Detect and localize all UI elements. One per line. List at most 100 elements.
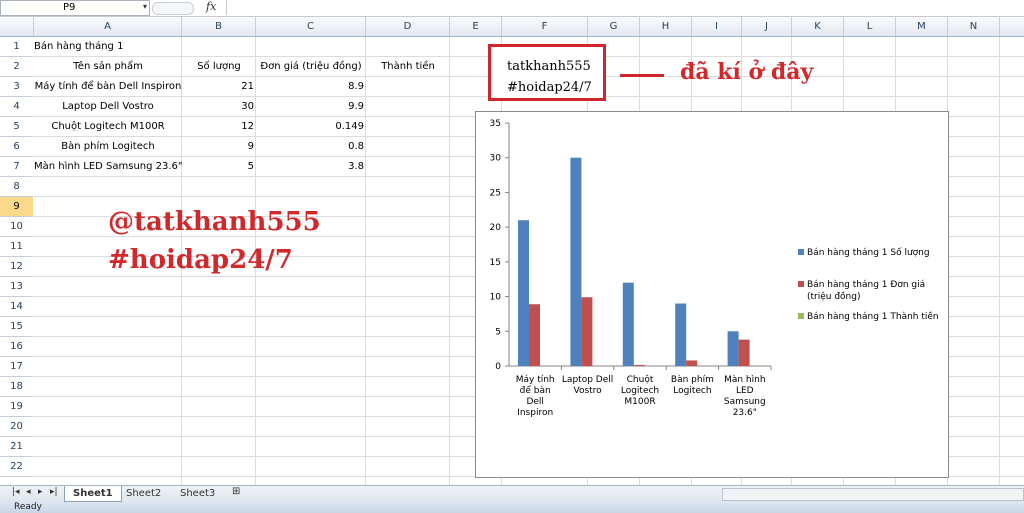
legend-label: Bán hàng tháng 1 Đơn giá xyxy=(807,280,925,290)
tab-sheet3[interactable]: Sheet3 xyxy=(172,486,223,501)
column-header-a[interactable]: A xyxy=(34,17,182,36)
product-price[interactable]: 0.8 xyxy=(256,137,364,157)
row-header-3[interactable]: 3 xyxy=(0,77,33,97)
column-header-c[interactable]: C xyxy=(256,17,366,36)
product-price[interactable]: 8.9 xyxy=(256,77,364,97)
column-header-k[interactable]: K xyxy=(792,17,844,36)
signature-note: đã kí ở đây xyxy=(680,59,814,85)
row-header-19[interactable]: 19 xyxy=(0,397,33,417)
last-sheet-icon[interactable]: ▸| xyxy=(50,487,58,497)
product-qty[interactable]: 12 xyxy=(182,117,254,137)
row-header-2[interactable]: 2 xyxy=(0,57,33,77)
row-header-1[interactable]: 1 xyxy=(0,37,33,57)
cell-a1[interactable]: Bán hàng tháng 1 xyxy=(34,37,123,57)
product-price[interactable]: 9.9 xyxy=(256,97,364,117)
formula-input[interactable] xyxy=(226,0,1024,15)
column-header-e[interactable]: E xyxy=(450,17,502,36)
x-tick-label: Dell xyxy=(526,397,543,407)
fx-icon[interactable]: fx xyxy=(206,0,216,13)
row-header-5[interactable]: 5 xyxy=(0,117,33,137)
signature-line-1: tatkhanh555 xyxy=(507,59,591,74)
row-header-14[interactable]: 14 xyxy=(0,297,33,317)
signature-line-2: #hoidap24/7 xyxy=(507,80,592,95)
formula-bar: P9 ▾ fx xyxy=(0,0,1024,17)
product-price[interactable]: 3.8 xyxy=(256,157,364,177)
chevron-down-icon[interactable]: ▾ xyxy=(143,2,147,11)
bar xyxy=(675,303,687,366)
row-header-16[interactable]: 16 xyxy=(0,337,33,357)
column-header-g[interactable]: G xyxy=(588,17,640,36)
x-tick-label: để bàn xyxy=(520,385,551,396)
product-qty[interactable]: 9 xyxy=(182,137,254,157)
bar xyxy=(686,360,698,366)
x-tick-label: Logitech xyxy=(673,386,711,396)
row-header-4[interactable]: 4 xyxy=(0,97,33,117)
status-text: Ready xyxy=(14,502,42,512)
column-header-i[interactable]: I xyxy=(692,17,742,36)
x-tick-label: Laptop Dell xyxy=(562,375,613,385)
legend-label: Bán hàng tháng 1 Thành tiền xyxy=(807,311,939,322)
insert-sheet-icon[interactable]: ⊞ xyxy=(232,486,240,497)
select-all-corner[interactable] xyxy=(0,17,34,36)
product-name[interactable]: Laptop Dell Vostro xyxy=(34,97,182,117)
product-qty[interactable]: 30 xyxy=(182,97,254,117)
prev-sheet-icon[interactable]: ◂ xyxy=(26,487,31,497)
bar xyxy=(633,364,645,366)
product-name[interactable]: Chuột Logitech M100R xyxy=(34,117,182,137)
signature-box: tatkhanh555 #hoidap24/7 xyxy=(488,44,606,101)
row-header-10[interactable]: 10 xyxy=(0,217,33,237)
product-name[interactable]: Màn hình LED Samsung 23.6" xyxy=(34,157,183,177)
x-tick-label: M100R xyxy=(624,397,655,407)
row-header-11[interactable]: 11 xyxy=(0,237,33,257)
bar xyxy=(581,297,593,366)
x-tick-label: Inspiron xyxy=(517,408,553,418)
header-total[interactable]: Thành tiền xyxy=(366,57,450,77)
product-name[interactable]: Máy tính để bàn Dell Inspiron xyxy=(34,77,182,97)
sheet-tab-bar: |◂ ◂ ▸ ▸| Sheet1 Sheet2 Sheet3 ⊞ xyxy=(0,485,1024,502)
tab-sheet1[interactable]: Sheet1 xyxy=(64,486,122,502)
product-qty[interactable]: 21 xyxy=(182,77,254,97)
y-tick-label: 30 xyxy=(490,154,502,164)
horizontal-scrollbar[interactable] xyxy=(722,488,1024,501)
row-header-18[interactable]: 18 xyxy=(0,377,33,397)
tab-sheet2[interactable]: Sheet2 xyxy=(118,486,169,501)
product-name[interactable]: Bàn phím Logitech xyxy=(34,137,182,157)
row-header-9[interactable]: 9 xyxy=(0,197,33,217)
row-header-13[interactable]: 13 xyxy=(0,277,33,297)
column-header-b[interactable]: B xyxy=(182,17,256,36)
first-sheet-icon[interactable]: |◂ xyxy=(12,487,20,497)
row-header-20[interactable]: 20 xyxy=(0,417,33,437)
x-tick-label: Màn hình xyxy=(724,375,765,385)
row-header-17[interactable]: 17 xyxy=(0,357,33,377)
gridline xyxy=(449,37,450,485)
bar xyxy=(622,282,634,366)
y-tick-label: 10 xyxy=(490,293,502,303)
next-sheet-icon[interactable]: ▸ xyxy=(38,487,43,497)
bar-chart[interactable]: 0 5 10 15 20 25 30 35 Máy tính để bàn Dell Inspiron… xyxy=(475,111,949,478)
row-header-6[interactable]: 6 xyxy=(0,137,33,157)
header-price[interactable]: Đơn giá (triệu đồng) xyxy=(256,57,366,77)
row-header-22[interactable]: 22 xyxy=(0,457,33,477)
column-header-f[interactable]: F xyxy=(502,17,588,36)
name-box-value: P9 xyxy=(63,2,76,13)
y-tick-label: 35 xyxy=(490,119,501,129)
name-box[interactable]: P9 ▾ xyxy=(0,0,150,16)
column-header-n[interactable]: N xyxy=(948,17,1000,36)
product-qty[interactable]: 5 xyxy=(182,157,254,177)
row-header-7[interactable]: 7 xyxy=(0,157,33,177)
column-header-d[interactable]: D xyxy=(366,17,450,36)
formula-bar-expand[interactable] xyxy=(152,2,194,15)
header-qty[interactable]: Số lượng xyxy=(182,57,256,77)
x-tick-label: Logitech xyxy=(621,386,659,396)
column-header-m[interactable]: M xyxy=(896,17,948,36)
watermark-line-2: #hoidap24/7 xyxy=(108,245,293,275)
column-header-h[interactable]: H xyxy=(640,17,692,36)
row-header-21[interactable]: 21 xyxy=(0,437,33,457)
column-header-l[interactable]: L xyxy=(844,17,896,36)
row-header-8[interactable]: 8 xyxy=(0,177,33,197)
column-header-j[interactable]: J xyxy=(742,17,792,36)
row-header-12[interactable]: 12 xyxy=(0,257,33,277)
row-header-15[interactable]: 15 xyxy=(0,317,33,337)
header-product[interactable]: Tên sản phẩm xyxy=(34,57,182,77)
product-price[interactable]: 0.149 xyxy=(256,117,364,137)
